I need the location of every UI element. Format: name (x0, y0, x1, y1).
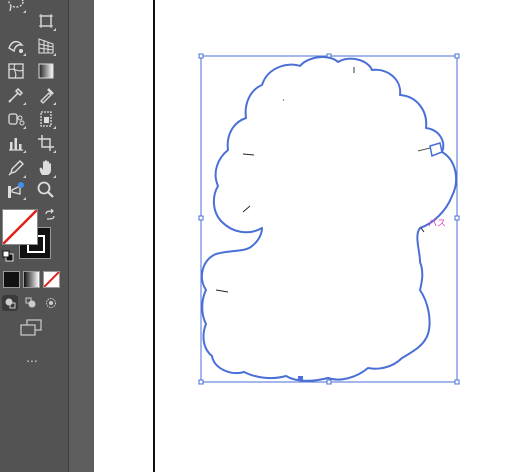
handle-top-right[interactable] (454, 53, 460, 59)
handle-middle-left[interactable] (198, 215, 204, 221)
handle-middle-right[interactable] (454, 215, 460, 221)
handle-bottom-right[interactable] (454, 379, 460, 385)
handle-bottom-left[interactable] (198, 379, 204, 385)
selected-anchor-point[interactable] (298, 376, 303, 381)
handle-bottom-middle[interactable] (326, 379, 332, 385)
cloud-shape-path[interactable] (200, 56, 458, 382)
handle-top-left[interactable] (198, 53, 204, 59)
anchor-hint-label: パス (428, 218, 447, 228)
artboard-canvas[interactable] (0, 0, 507, 472)
